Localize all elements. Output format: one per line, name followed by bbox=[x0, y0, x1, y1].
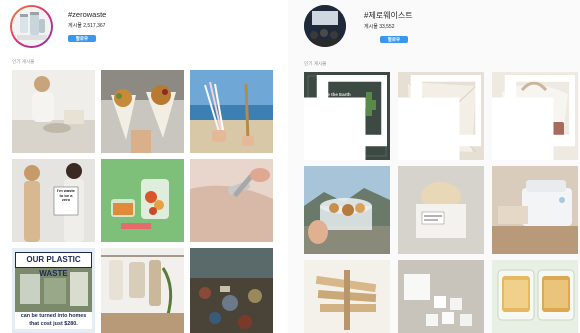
post-food-containers[interactable] bbox=[101, 159, 184, 242]
post-sewing-machine[interactable] bbox=[492, 166, 578, 254]
post-plastic-waste-homes[interactable]: OUR PLASTIC WASTE can be turned into hom… bbox=[12, 248, 95, 333]
multi-image-icon bbox=[304, 75, 387, 160]
caption-line-2: that cost just $280. bbox=[29, 320, 78, 327]
caption-line-1: can be turned into homes bbox=[20, 313, 87, 319]
post-bread-package[interactable] bbox=[398, 166, 484, 254]
multi-image-icon bbox=[492, 75, 575, 160]
post-kitchen-woman[interactable] bbox=[12, 70, 95, 153]
post-count: 게시물 33,552 bbox=[364, 24, 395, 30]
multi-image-icon bbox=[398, 75, 481, 160]
post-count: 게시물 2,517,367 bbox=[68, 23, 106, 29]
post-hanging-bags[interactable] bbox=[101, 248, 184, 333]
top-posts-grid: I'm waste to be a zero OUR PLASTIC WASTE… bbox=[12, 70, 276, 333]
post-sweet-potatoes-cloth[interactable] bbox=[398, 72, 484, 160]
post-safety-razor[interactable] bbox=[190, 159, 273, 242]
follow-button[interactable]: 팔로우 bbox=[68, 35, 96, 42]
hashtag-title: #zerowaste bbox=[68, 10, 107, 19]
top-posts-label: 인기 게시물 bbox=[12, 59, 35, 64]
plastic-waste-title: OUR PLASTIC WASTE bbox=[15, 252, 92, 278]
post-wooden-sticks[interactable] bbox=[304, 260, 390, 333]
post-love-the-earth[interactable]: Love the Earth 지구를 사랑하는 사람들 공모전 참가자 전원 증… bbox=[304, 72, 390, 160]
post-food-cones[interactable] bbox=[101, 70, 184, 153]
hashtag-title: #제로웨이스트 bbox=[364, 11, 413, 20]
hashtag-avatar[interactable] bbox=[304, 5, 346, 47]
post-container-snack[interactable] bbox=[304, 166, 390, 254]
post-sugar-cubes[interactable] bbox=[398, 260, 484, 333]
panel-korean-zerowaste: #제로웨이스트 게시물 33,552 팔로우 인기 게시물 Love the E… bbox=[292, 0, 580, 333]
post-beach-straws[interactable] bbox=[190, 70, 273, 153]
top-posts-grid: Love the Earth 지구를 사랑하는 사람들 공모전 참가자 전원 증… bbox=[304, 72, 580, 333]
follow-button[interactable]: 팔로우 bbox=[380, 36, 408, 43]
protest-sign-text: I'm waste to be a zero bbox=[57, 188, 75, 203]
post-sandwiches[interactable] bbox=[492, 260, 578, 333]
panel-zerowaste: #zerowaste 게시물 2,517,367 팔로우 인기 게시물 I'm … bbox=[0, 0, 288, 333]
hashtag-avatar[interactable] bbox=[12, 7, 51, 46]
post-two-women-sign[interactable]: I'm waste to be a zero bbox=[12, 159, 95, 242]
plastic-waste-caption: can be turned into homes that cost just … bbox=[15, 312, 92, 329]
post-cloth-bag[interactable] bbox=[492, 72, 578, 160]
post-beach-trash[interactable] bbox=[190, 248, 273, 333]
top-posts-label: 인기 게시물 bbox=[304, 61, 327, 66]
